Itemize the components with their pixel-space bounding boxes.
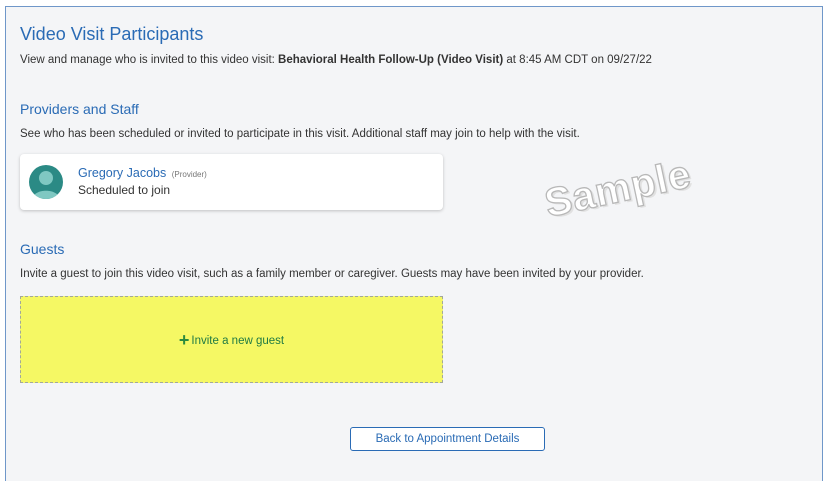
guests-description: Invite a guest to join this video visit,… <box>20 268 644 280</box>
visit-name: Behavioral Health Follow-Up (Video Visit… <box>278 54 504 66</box>
invite-guest-button[interactable]: + Invite a new guest <box>20 296 443 383</box>
subtitle-suffix: at 8:45 AM CDT on 09/27/22 <box>503 54 652 66</box>
sample-watermark: Sample <box>540 151 696 226</box>
subtitle-prefix: View and manage who is invited to this v… <box>20 54 279 66</box>
participants-panel: Video Visit Participants View and manage… <box>5 6 823 481</box>
provider-name[interactable]: Gregory Jacobs <box>78 166 166 180</box>
visit-description: View and manage who is invited to this v… <box>20 54 652 66</box>
person-silhouette-icon <box>29 165 63 199</box>
provider-card: Gregory Jacobs (Provider) Scheduled to j… <box>20 154 443 210</box>
provider-name-line: Gregory Jacobs (Provider) <box>78 166 207 180</box>
back-to-appointment-button[interactable]: Back to Appointment Details <box>350 427 545 451</box>
guests-heading: Guests <box>20 241 65 257</box>
provider-status: Scheduled to join <box>78 183 171 197</box>
page-title: Video Visit Participants <box>20 24 204 44</box>
plus-icon: + <box>178 330 190 350</box>
providers-heading: Providers and Staff <box>20 101 139 117</box>
providers-description: See who has been scheduled or invited to… <box>20 128 580 140</box>
invite-guest-label: Invite a new guest <box>191 335 285 347</box>
provider-role: (Provider) <box>171 170 207 179</box>
invite-guest-content: + Invite a new guest <box>21 330 442 351</box>
